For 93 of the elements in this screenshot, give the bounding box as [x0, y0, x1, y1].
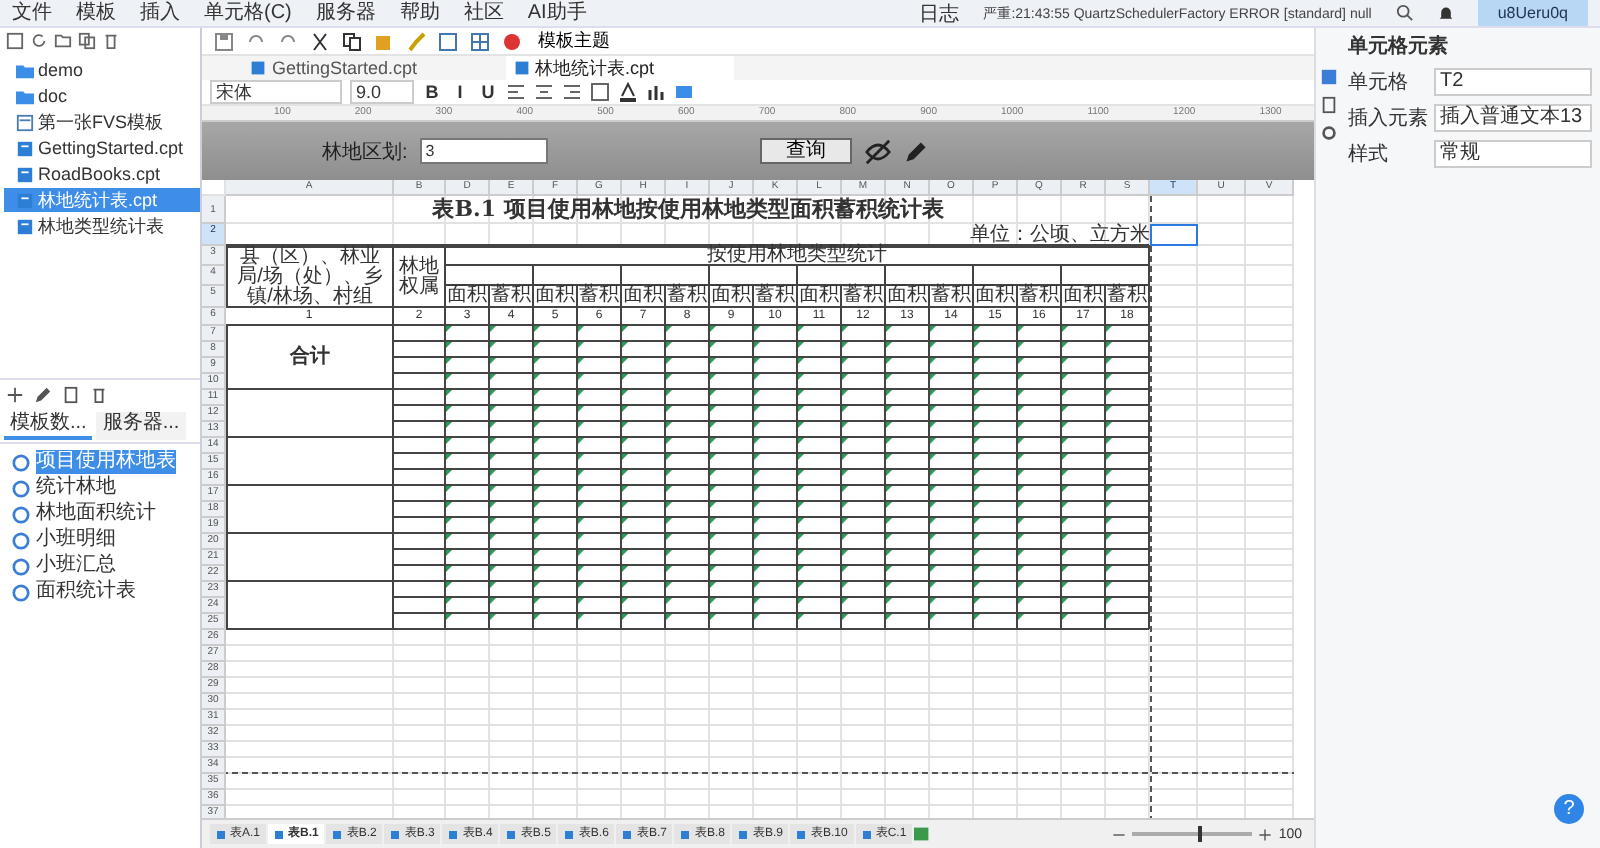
eye-slash-icon[interactable] — [863, 137, 892, 165]
theme-button[interactable]: 模板主题 — [534, 30, 614, 52]
font-size-select[interactable]: 9.0 — [350, 80, 414, 104]
menu-item[interactable]: 服务器 — [315, 1, 376, 25]
format-button[interactable]: I — [450, 82, 470, 102]
dataset-tab[interactable]: 模板数... — [4, 412, 93, 440]
form-icon[interactable] — [16, 113, 34, 131]
table-header: 面积 — [446, 286, 490, 308]
font-family-select[interactable]: 宋体 — [210, 80, 342, 104]
file-tree-item[interactable]: GettingStarted.cpt — [4, 136, 200, 160]
border-icon[interactable] — [590, 82, 610, 102]
table-header: 县（区）、林业局/场（处）、乡镇/林场、村组 — [226, 246, 394, 308]
copy-icon[interactable] — [342, 31, 362, 51]
file-tree-item[interactable]: 林地类型统计表 — [4, 214, 200, 238]
grid-icon[interactable] — [470, 31, 490, 51]
field-label: 样式 — [1348, 141, 1390, 168]
table-header: 蓄积 — [490, 286, 534, 308]
user-badge[interactable]: u8Ueru0q — [1477, 0, 1588, 26]
dataset-item[interactable]: 小班明细 — [36, 528, 116, 552]
cut-icon[interactable] — [310, 31, 330, 51]
table-header: 面积 — [622, 286, 666, 308]
edit-icon[interactable] — [34, 386, 52, 404]
menu-item[interactable]: 单元格(C) — [204, 1, 292, 25]
file-tab[interactable]: 林地统计表.cpt — [505, 56, 735, 80]
slider-thumb[interactable] — [1198, 826, 1203, 842]
format-button[interactable]: B — [422, 82, 442, 102]
bell-icon[interactable] — [1437, 5, 1454, 21]
table-header: 按使用林地类型统计 — [446, 246, 1150, 266]
field-label: 插入元素 — [1348, 105, 1428, 132]
table-header: 面积 — [974, 286, 1018, 308]
table-header: 蓄积 — [930, 286, 974, 308]
cell-field[interactable]: T2 — [1434, 68, 1592, 96]
table-cell: 合计 — [226, 326, 394, 390]
field-label: 单元格 — [1348, 69, 1410, 96]
text-color-icon[interactable] — [618, 82, 638, 102]
selected-cell[interactable] — [1150, 224, 1198, 246]
table-header: 面积 — [886, 286, 930, 308]
save-icon[interactable] — [214, 31, 234, 51]
parameter-label: 林地区划: — [322, 139, 408, 165]
log-label[interactable]: 日志 — [919, 0, 960, 27]
query-button[interactable]: 查询 — [759, 138, 852, 164]
search-icon[interactable] — [1395, 4, 1414, 22]
table-header: 蓄积 — [842, 286, 886, 308]
file-tree-item[interactable]: demo — [4, 58, 200, 82]
chart-icon[interactable] — [646, 82, 666, 102]
menu-item[interactable]: 文件 — [12, 1, 52, 25]
delete-icon[interactable] — [90, 386, 108, 404]
table-header: 面积 — [534, 286, 578, 308]
dataset-item[interactable]: 林地面积统计 — [36, 502, 156, 526]
file-tree-item[interactable]: 第一张FVS模板 — [4, 110, 200, 134]
table-header: 蓄积 — [666, 286, 710, 308]
format-button[interactable]: U — [478, 82, 498, 102]
menu-item[interactable]: 社区 — [463, 1, 504, 25]
file-tree-item[interactable]: doc — [4, 84, 200, 108]
align-left-icon[interactable] — [506, 82, 526, 102]
brush-icon[interactable] — [406, 31, 426, 51]
unit-label: 单位：公顷、立方米 — [968, 224, 1150, 246]
file-tree-item[interactable]: RoadBooks.cpt — [4, 162, 200, 186]
align-center-icon[interactable] — [534, 82, 554, 102]
align-right-icon[interactable] — [562, 82, 582, 102]
dataset-item[interactable]: 面积统计表 — [36, 580, 136, 604]
panel-title: 单元格元素 — [1348, 36, 1450, 60]
new-icon[interactable] — [6, 32, 24, 50]
insert-element-select[interactable]: 插入普通文本13 — [1434, 104, 1592, 132]
refresh-icon[interactable] — [30, 32, 48, 50]
page-icon[interactable] — [1319, 96, 1337, 114]
stop-icon[interactable] — [502, 31, 522, 51]
menu-item[interactable]: 模板 — [76, 1, 116, 25]
zoom-in-icon[interactable] — [1258, 827, 1273, 841]
table-header: 蓄积 — [1018, 286, 1062, 308]
table-header: 面积 — [798, 286, 842, 308]
pencil-icon[interactable] — [903, 139, 928, 163]
table-header: 蓄积 — [1106, 286, 1150, 308]
table-header: 面积 — [710, 286, 754, 308]
table-header: 蓄积 — [578, 286, 622, 308]
copy-icon[interactable] — [62, 386, 80, 404]
file-tab[interactable]: GettingStarted.cpt — [242, 56, 498, 80]
table-header: 面积 — [1062, 286, 1106, 308]
help-button[interactable]: ? — [1554, 794, 1584, 824]
report-title: 表B.1 项目使用林地按使用林地类型面积蓄积统计表 — [430, 196, 946, 224]
table-header: 蓄积 — [754, 286, 798, 308]
copy-icon[interactable] — [78, 32, 96, 50]
menu-item[interactable]: 帮助 — [399, 1, 440, 25]
dataset-tab[interactable]: 服务器... — [96, 412, 186, 440]
style-select[interactable]: 常规 — [1434, 140, 1592, 168]
menu-item[interactable]: 插入 — [140, 1, 180, 25]
folder-outline-icon[interactable] — [54, 32, 72, 50]
dataset-item[interactable]: 统计林地 — [36, 476, 116, 500]
parameter-field[interactable]: 3 — [419, 138, 548, 164]
delete-icon[interactable] — [102, 32, 120, 50]
menu-item[interactable]: AI助手 — [527, 1, 587, 25]
add-icon[interactable] — [6, 386, 24, 404]
dataset-item[interactable]: 小班汇总 — [36, 554, 116, 578]
